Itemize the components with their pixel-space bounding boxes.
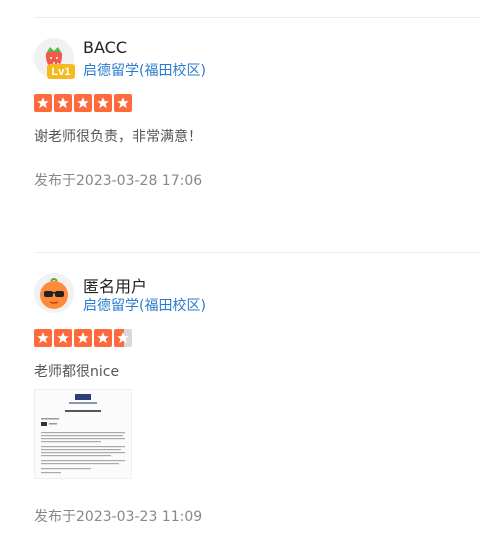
school-link[interactable]: 启德留学(福田校区)	[83, 295, 206, 315]
document-thumbnail-icon	[35, 390, 131, 478]
star-icon	[34, 94, 52, 112]
half-star-icon	[114, 329, 132, 347]
review-date: 发布于2023-03-23 11:09	[34, 509, 203, 525]
sunglasses-orange-icon	[34, 273, 74, 313]
avatar[interactable]	[34, 273, 74, 313]
divider	[34, 252, 481, 253]
divider-top	[34, 17, 481, 18]
star-icon	[54, 94, 72, 112]
rating-stars	[34, 329, 132, 347]
review-date: 发布于2023-03-28 17:06	[34, 173, 203, 189]
review-item: Lv1 BACC 启德留学(福田校区) 谢老师很负责，非常满意！ 发布于2023…	[34, 38, 481, 189]
attachment-thumbnail[interactable]	[34, 389, 132, 479]
review-comment: 老师都很nice	[34, 364, 120, 380]
username: 匿名用户	[83, 277, 148, 296]
level-badge: Lv1	[47, 64, 75, 79]
rating-stars	[34, 94, 132, 112]
star-icon	[34, 329, 52, 347]
star-icon	[74, 94, 92, 112]
star-icon	[114, 94, 132, 112]
star-icon	[94, 94, 112, 112]
avatar[interactable]: Lv1	[34, 38, 75, 79]
school-link[interactable]: 启德留学(福田校区)	[83, 60, 206, 80]
review-item: 匿名用户 启德留学(福田校区) 老师都很nice 发布于2023-03-23 1…	[34, 273, 481, 533]
star-icon	[54, 329, 72, 347]
review-comment: 谢老师很负责，非常满意！	[34, 129, 202, 145]
star-icon	[94, 329, 112, 347]
username: BACC	[83, 38, 127, 57]
star-icon	[74, 329, 92, 347]
